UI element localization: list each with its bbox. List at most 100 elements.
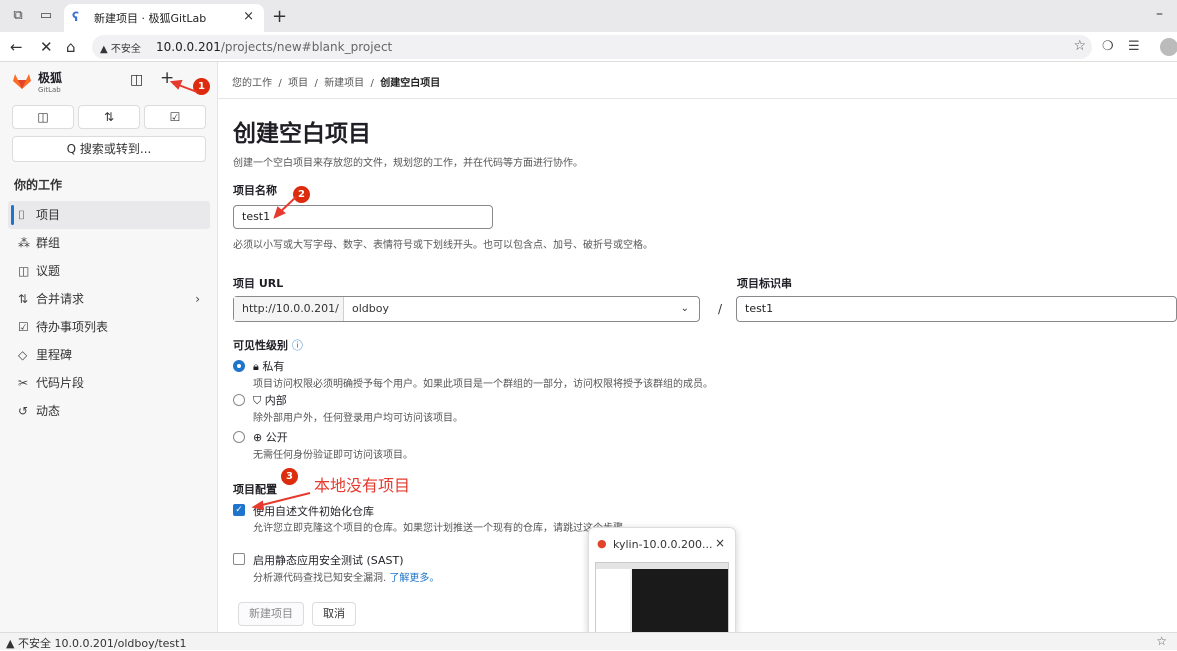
sidebar-item-projects[interactable]: ⌷ 项目 xyxy=(8,201,210,229)
sidebar-item-label: 项目 xyxy=(36,208,61,222)
sidebar-item-todos[interactable]: ☑ 待办事项列表 xyxy=(8,313,210,341)
create-project-button[interactable]: 新建项目 xyxy=(238,602,304,626)
minimize-button[interactable]: – xyxy=(1156,6,1163,22)
sidebar-item-issues[interactable]: ◫ 议题 xyxy=(8,257,210,285)
project-icon: ⌷ xyxy=(18,208,26,222)
page-title: 创建空白项目 xyxy=(233,121,371,147)
url-prefix: http://10.0.0.201/ xyxy=(234,297,344,321)
sidebar-item-label: 代码片段 xyxy=(36,376,85,390)
project-name-input[interactable]: test1 xyxy=(233,205,493,229)
sidebar-item-label: 里程碑 xyxy=(36,348,73,362)
sidebar: 极狐 GitLab ◫ + 1 ◫ ⇅ ☑ Q 搜索或转到... 你的工作 ⌷ … xyxy=(0,62,218,632)
sast-checkbox[interactable] xyxy=(233,553,245,565)
annotation-badge-1: 1 xyxy=(193,78,210,95)
sidebar-item-label: 群组 xyxy=(36,236,61,250)
readme-checkbox[interactable]: ✓ xyxy=(233,504,245,516)
issues-icon: ◫ xyxy=(18,264,30,278)
sast-title[interactable]: 启用静态应用安全测试 (SAST) xyxy=(253,552,404,568)
gitlab-logo-icon[interactable] xyxy=(12,72,32,90)
visibility-private-desc: 项目访问权限必须明确授予每个用户。如果此项目是一个群组的一部分，访问权限将授予该… xyxy=(253,379,713,390)
project-name-label: 项目名称 xyxy=(233,184,277,197)
url-text[interactable]: 10.0.0.201/projects/new#blank_project xyxy=(156,40,392,54)
extensions-icon[interactable]: ❍ xyxy=(1102,39,1114,54)
project-config-label: 项目配置 xyxy=(233,483,277,496)
todos-shortcut-icon[interactable]: ☑ xyxy=(144,105,206,129)
breadcrumb-current: 创建空白项目 xyxy=(380,78,441,89)
annotation-badge-3: 3 xyxy=(281,468,298,485)
project-slug-label: 项目标识串 xyxy=(737,277,792,290)
home-icon[interactable]: ⌂ xyxy=(66,38,76,56)
issues-shortcut-icon[interactable]: ◫ xyxy=(12,105,74,129)
snippet-icon: ✂ xyxy=(18,376,29,390)
merge-requests-shortcut-icon[interactable]: ⇅ xyxy=(78,105,140,129)
security-warning[interactable]: ▲ 不安全 xyxy=(100,40,141,55)
section-title: 你的工作 xyxy=(14,178,63,192)
chevron-right-icon: › xyxy=(195,292,200,306)
status-url: ▲ 不安全 10.0.0.201/oldboy/test1 xyxy=(6,637,187,650)
visibility-internal-radio[interactable] xyxy=(233,394,245,406)
visibility-private-title[interactable]: 🔒︎ 私有 xyxy=(253,358,284,374)
preview-thumbnail xyxy=(595,562,729,636)
sidebar-item-label: 合并请求 xyxy=(36,292,85,306)
breadcrumb-item[interactable]: 您的工作 xyxy=(232,78,272,89)
breadcrumb-item[interactable]: 项目 xyxy=(288,78,308,89)
lock-icon: 🔒︎ xyxy=(253,360,259,373)
search-button[interactable]: Q 搜索或转到... xyxy=(12,136,206,162)
thumb-terminal-pane xyxy=(632,569,728,635)
browser-tab[interactable]: ʕ 新建项目 · 极狐GitLab × xyxy=(64,4,264,32)
shield-icon: ⛉ xyxy=(253,394,262,407)
sidebar-item-groups[interactable]: ⁂ 群组 xyxy=(8,229,210,257)
workspaces-icon[interactable]: ⧉ xyxy=(10,8,26,24)
project-url-label: 项目 URL xyxy=(233,277,284,290)
close-page-icon[interactable]: ✕ xyxy=(40,38,53,56)
tab-close-icon[interactable]: × xyxy=(243,9,254,24)
quick-actions: ◫ ⇅ ☑ xyxy=(12,105,206,129)
project-name-help: 必须以小写或大写字母、数字、表情符号或下划线开头。也可以包含点、加号、破折号或空… xyxy=(233,240,653,251)
cancel-button[interactable]: 取消 xyxy=(312,602,356,626)
create-new-icon[interactable]: + xyxy=(160,68,174,88)
visibility-internal-desc: 除外部用户外，任何登录用户均可访问该项目。 xyxy=(253,413,463,424)
annotation-badge-2: 2 xyxy=(293,186,310,203)
preview-title: kylin-10.0.0.200... xyxy=(613,538,713,551)
back-icon[interactable]: ← xyxy=(10,38,23,56)
visibility-private-radio[interactable] xyxy=(233,360,245,372)
breadcrumb-item[interactable]: 新建项目 xyxy=(324,78,364,89)
globe-icon: ⊕ xyxy=(253,431,263,444)
readme-title[interactable]: 使用自述文件初始化仓库 xyxy=(253,503,374,519)
window-preview[interactable]: ● kylin-10.0.0.200... × xyxy=(588,527,736,637)
tab-actions-icon[interactable]: ▭ xyxy=(38,8,54,24)
url-omnibox[interactable]: ▲ 不安全 10.0.0.201/projects/new#blank_proj… xyxy=(92,35,1092,59)
learn-more-link[interactable]: 了解更多。 xyxy=(389,573,439,584)
breadcrumb: 您的工作 / 项目 / 新建项目 / 创建空白项目 xyxy=(232,78,441,89)
milestone-icon: ◇ xyxy=(18,348,28,362)
sidebar-item-label: 议题 xyxy=(36,264,61,278)
activity-icon: ↺ xyxy=(18,404,29,418)
sidebar-item-milestones[interactable]: ◇ 里程碑 xyxy=(8,341,210,369)
visibility-public-radio[interactable] xyxy=(233,431,245,443)
sidebar-menu: ⌷ 项目 ⁂ 群组 ◫ 议题 ⇅ 合并请求 › ☑ 待办事项列表 ◇ 里程碑 ✂… xyxy=(8,201,210,425)
gitlab-favicon-icon: ʕ xyxy=(72,10,79,24)
readme-desc: 允许您立即克隆这个项目的仓库。如果您计划推送一个现有的仓库，请跳过这个步骤。 xyxy=(253,523,633,534)
namespace-select[interactable]: oldboy xyxy=(352,297,389,321)
group-icon: ⁂ xyxy=(18,236,30,250)
preview-close-icon[interactable]: × xyxy=(715,536,725,550)
bookmark-star-icon[interactable]: ☆ xyxy=(1073,38,1086,54)
sidebar-item-snippets[interactable]: ✂ 代码片段 xyxy=(8,369,210,397)
visibility-internal-title[interactable]: ⛉ 内部 xyxy=(253,392,287,408)
visibility-public-title[interactable]: ⊕ 公开 xyxy=(253,429,288,445)
chevron-down-icon[interactable]: ⌄ xyxy=(681,297,689,321)
profile-avatar[interactable] xyxy=(1160,38,1177,56)
sidebar-item-merge-requests[interactable]: ⇅ 合并请求 › xyxy=(8,285,210,313)
help-icon[interactable]: ⓘ xyxy=(292,339,303,352)
annotation-note: 本地没有项目 xyxy=(314,476,411,495)
collapse-sidebar-icon[interactable]: ◫ xyxy=(130,72,143,88)
todo-icon: ☑ xyxy=(18,320,29,334)
project-slug-input[interactable]: test1 xyxy=(736,296,1177,322)
sast-desc: 分析源代码查找已知安全漏洞. 了解更多。 xyxy=(253,573,440,584)
address-bar: ← ✕ ⌂ ▲ 不安全 10.0.0.201/projects/new#blan… xyxy=(0,32,1177,62)
browser-tab-bar: ⧉ ▭ ʕ 新建项目 · 极狐GitLab × + – xyxy=(0,0,1177,32)
favorites-icon[interactable]: ☰ xyxy=(1128,39,1140,54)
brand[interactable]: 极狐 GitLab xyxy=(38,72,62,96)
sidebar-item-activity[interactable]: ↺ 动态 xyxy=(8,397,210,425)
new-tab-button[interactable]: + xyxy=(272,6,287,27)
